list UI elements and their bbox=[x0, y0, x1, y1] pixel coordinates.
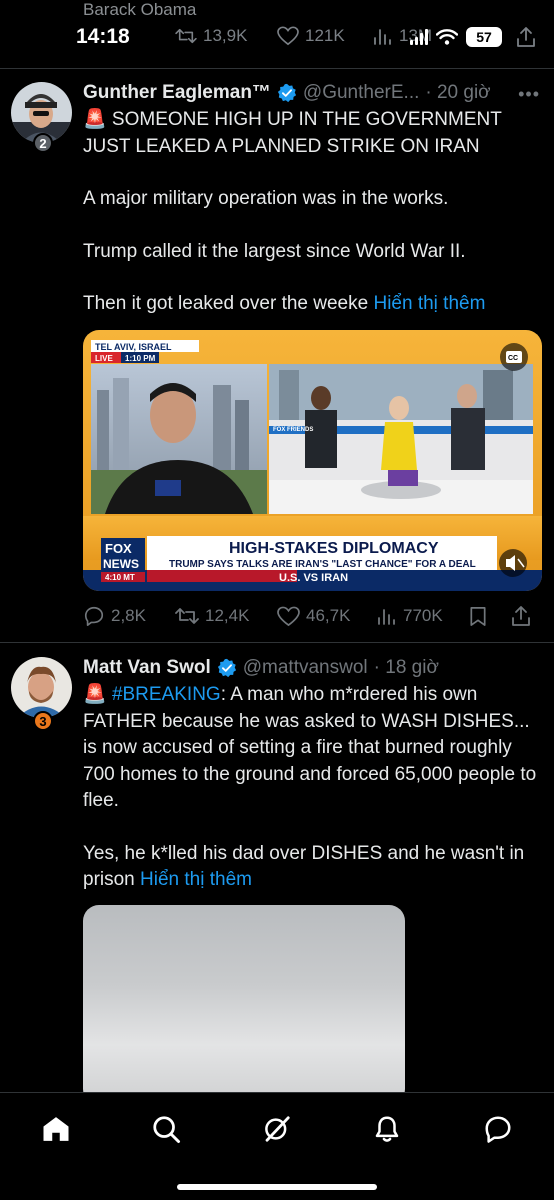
tweet-card[interactable]: 3 Matt Van Swol @mattvanswol · 18 giờ 🚨 … bbox=[0, 643, 554, 1105]
tab-messages[interactable] bbox=[480, 1111, 516, 1147]
verified-badge-icon bbox=[217, 658, 236, 678]
hashtag-link[interactable]: #BREAKING bbox=[112, 684, 221, 705]
home-icon bbox=[43, 1117, 69, 1141]
more-options-icon[interactable]: ••• bbox=[518, 84, 540, 105]
captions-icon[interactable]: CC bbox=[508, 355, 518, 362]
author-name[interactable]: Gunther Eagleman™ bbox=[83, 82, 271, 104]
views-count: 770K bbox=[403, 606, 443, 625]
views-icon bbox=[374, 29, 391, 45]
home-indicator[interactable] bbox=[177, 1184, 377, 1190]
reply-count: 2,8K bbox=[111, 606, 146, 625]
verified-badge-icon bbox=[277, 83, 297, 103]
tweet-line: Then it got leaked over the weeke Hiển t… bbox=[83, 293, 486, 314]
tab-grok[interactable] bbox=[259, 1111, 295, 1147]
heart-icon bbox=[277, 26, 299, 46]
author-handle[interactable]: @mattvanswol bbox=[243, 657, 368, 679]
rank-badge: 3 bbox=[33, 711, 53, 731]
tweet-line: A major military operation was in the wo… bbox=[83, 188, 449, 209]
ticker-text: U.S. VS IRAN bbox=[279, 572, 348, 584]
share-button[interactable] bbox=[511, 605, 531, 627]
tab-notifications[interactable] bbox=[369, 1111, 405, 1147]
grok-icon bbox=[265, 1116, 290, 1142]
cellular-signal-icon bbox=[410, 29, 428, 45]
broadcast-clock: 4:10 MT bbox=[105, 573, 135, 582]
live-time: 1:10 PM bbox=[125, 354, 156, 363]
retweet-count: 12,4K bbox=[205, 606, 250, 625]
previous-retweet-stat[interactable]: 13,9K bbox=[175, 26, 247, 46]
tweet-line: 🚨 #BREAKING: A man who m*rdered his own … bbox=[83, 684, 537, 811]
retweet-icon bbox=[175, 28, 197, 44]
previous-tweet-author: Barack Obama bbox=[83, 0, 197, 19]
studio-brand-text: FOX FRIENDS bbox=[273, 427, 313, 433]
share-icon[interactable] bbox=[516, 26, 536, 48]
network-logo-line1: FOX bbox=[105, 541, 132, 556]
search-icon bbox=[153, 1116, 180, 1143]
like-count: 46,7K bbox=[306, 606, 351, 625]
like-button[interactable]: 46,7K bbox=[277, 606, 350, 627]
divider bbox=[0, 68, 554, 69]
headline-text: HIGH-STAKES DIPLOMACY bbox=[229, 540, 439, 557]
heart-icon bbox=[277, 606, 300, 626]
retweet-icon bbox=[175, 608, 199, 624]
tweet-line: Yes, he k*lled his dad over DISHES and h… bbox=[83, 842, 525, 891]
tab-search[interactable] bbox=[148, 1111, 184, 1147]
wifi-icon bbox=[436, 29, 458, 45]
share-icon bbox=[512, 606, 530, 626]
tweet-actions: 2,8K 12,4K 46,7K 770K bbox=[83, 604, 533, 628]
reply-button[interactable]: 2,8K bbox=[83, 605, 146, 627]
previous-like-count: 121K bbox=[305, 26, 345, 45]
previous-like-stat[interactable]: 121K bbox=[277, 26, 345, 46]
retweet-button[interactable]: 12,4K bbox=[175, 606, 249, 626]
tweet-card[interactable]: 2 Gunther Eagleman™ @GuntherE... · 20 gi… bbox=[0, 70, 554, 642]
previous-retweet-count: 13,9K bbox=[203, 26, 248, 45]
status-bar: Barack Obama 14:18 13,9K 121K 13M 57 bbox=[0, 0, 554, 70]
tweet-timestamp: · 18 giờ bbox=[373, 657, 439, 678]
tweet-line: 🚨 SOMEONE HIGH UP IN THE GOVERNMENT JUST… bbox=[83, 109, 502, 157]
chat-bubble-icon bbox=[485, 1116, 511, 1143]
tweet-text: 🚨 SOMEONE HIGH UP IN THE GOVERNMENT JUST… bbox=[83, 107, 543, 318]
show-more-link[interactable]: Hiển thị thêm bbox=[140, 869, 252, 890]
views-button[interactable]: 770K bbox=[377, 606, 443, 626]
tweet-header: Gunther Eagleman™ @GuntherE... · 20 giờ bbox=[83, 82, 491, 104]
avatar[interactable] bbox=[11, 657, 72, 718]
reply-icon bbox=[84, 606, 104, 626]
tweet-timestamp: · 20 giờ bbox=[425, 82, 491, 103]
tweet-line: Trump called it the largest since World … bbox=[83, 240, 466, 262]
subheadline-text: TRUMP SAYS TALKS ARE IRAN'S "LAST CHANCE… bbox=[169, 559, 476, 570]
location-tag: TEL AVIV, ISRAEL bbox=[95, 342, 172, 352]
rank-badge: 2 bbox=[33, 133, 53, 153]
tab-home[interactable] bbox=[38, 1111, 74, 1147]
author-handle[interactable]: @GuntherE... bbox=[303, 82, 419, 104]
video-thumbnail[interactable]: TEL AVIV, ISRAEL LIVE 1:10 PM FOX FRIEND… bbox=[83, 330, 542, 591]
bell-icon bbox=[375, 1116, 399, 1142]
clock-time: 14:18 bbox=[76, 25, 130, 48]
views-icon bbox=[378, 609, 395, 625]
tweet-text: 🚨 #BREAKING: A man who m*rdered his own … bbox=[83, 682, 543, 894]
show-more-link[interactable]: Hiển thị thêm bbox=[373, 293, 485, 314]
bookmark-button[interactable] bbox=[469, 606, 487, 627]
video-thumbnail[interactable] bbox=[83, 905, 405, 1105]
news-broadcast-frame: TEL AVIV, ISRAEL LIVE 1:10 PM FOX FRIEND… bbox=[83, 330, 542, 591]
bookmark-icon bbox=[470, 606, 486, 626]
tweet-header: Matt Van Swol @mattvanswol · 18 giờ bbox=[83, 657, 439, 679]
network-logo-line2: NEWS bbox=[103, 557, 139, 571]
author-name[interactable]: Matt Van Swol bbox=[83, 657, 211, 679]
live-tag: LIVE bbox=[95, 354, 113, 363]
battery-indicator: 57 bbox=[466, 27, 502, 47]
system-indicators: 57 bbox=[410, 26, 536, 48]
